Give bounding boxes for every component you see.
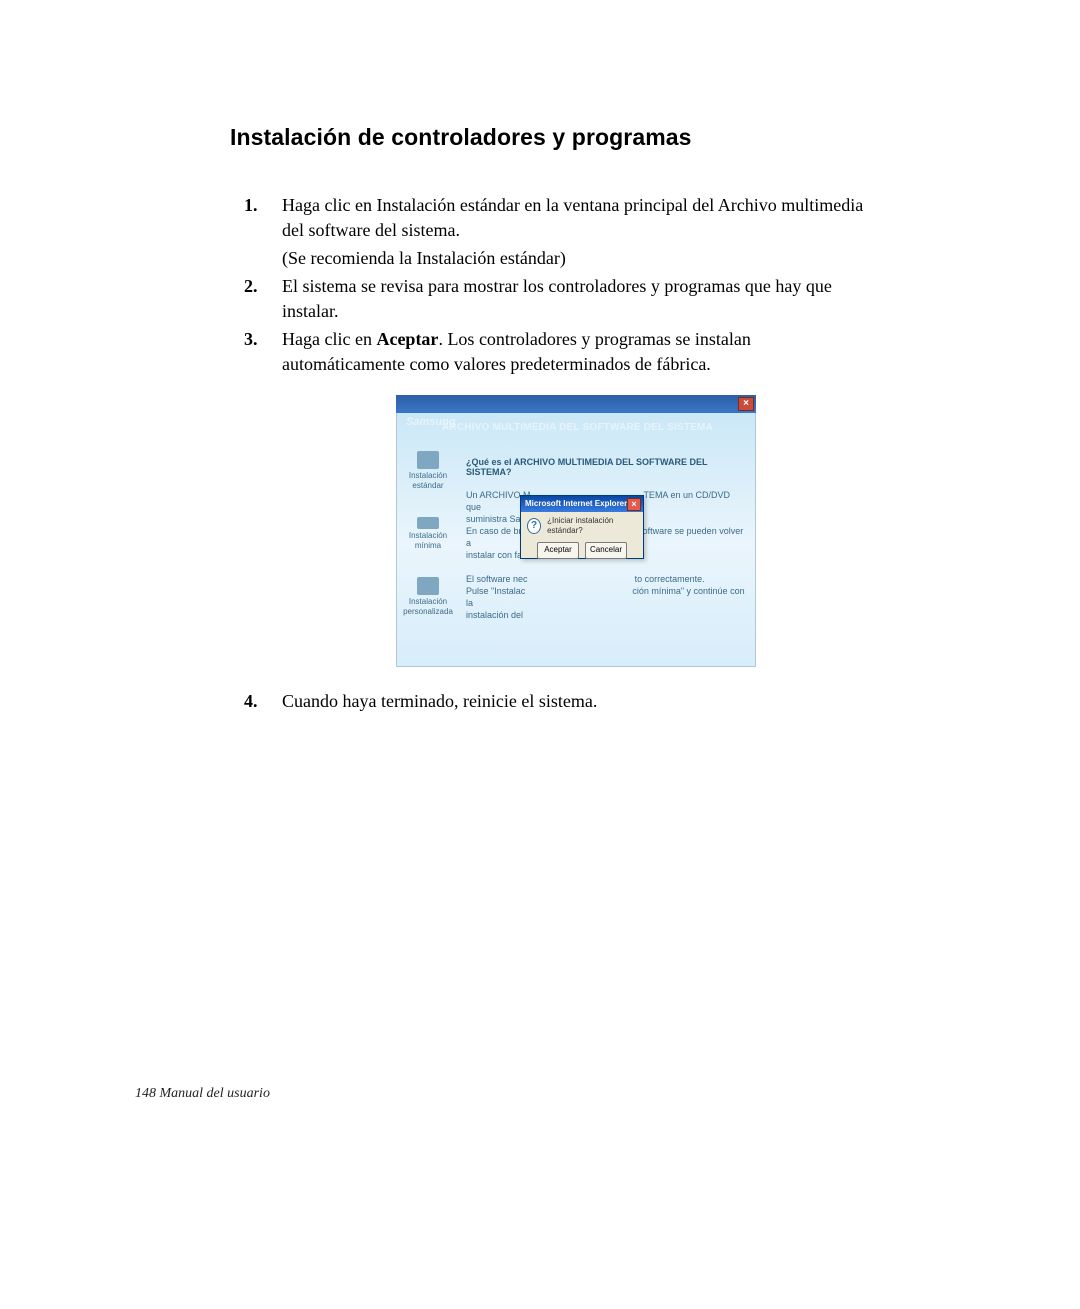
sidebar-item-label: Instalación estándar <box>402 471 454 491</box>
custom-install-icon <box>417 577 439 595</box>
dialog-message: ¿Iniciar instalación estándar? <box>547 516 637 536</box>
dialog-close-icon[interactable]: × <box>627 498 641 511</box>
cancel-button[interactable]: Cancelar <box>585 542 627 559</box>
step-2: El sistema se revisa para mostrar los co… <box>230 274 870 324</box>
installer-screenshot: × Samsung ARCHIVO MULTIMEDIA DEL SOFTWAR… <box>396 395 756 667</box>
dialog-title: Microsoft Internet Explorer <box>525 499 627 508</box>
question-icon: ? <box>527 518 541 534</box>
dialog-body: ? ¿Iniciar instalación estándar? <box>521 512 643 540</box>
dialog-button-row: Aceptar Cancelar <box>521 540 643 563</box>
text-frag: instalar con fac <box>466 550 527 560</box>
text-frag: to correctamente. <box>635 574 705 584</box>
sidebar: Instalación estándar Instalación mínima … <box>402 451 454 643</box>
text-frag: suministra Sa <box>466 514 521 524</box>
step-1: Haga clic en Instalación estándar en la … <box>230 193 870 271</box>
step-3: Haga clic en Aceptar. Los controladores … <box>230 327 870 667</box>
panel-heading: ¿Qué es el ARCHIVO MULTIMEDIA DEL SOFTWA… <box>466 457 746 477</box>
confirm-dialog: Microsoft Internet Explorer × ? ¿Iniciar… <box>520 495 644 559</box>
app-title: ARCHIVO MULTIMEDIA DEL SOFTWARE DEL SIST… <box>442 423 713 433</box>
sidebar-item-custom[interactable]: Instalación personalizada <box>402 577 454 617</box>
step-2-text: El sistema se revisa para mostrar los co… <box>282 274 870 324</box>
content-area: Instalación de controladores y programas… <box>230 124 870 717</box>
step-1-text: Haga clic en Instalación estándar en la … <box>282 193 870 243</box>
dialog-titlebar: Microsoft Internet Explorer × <box>521 496 643 512</box>
text-frag: En caso de bro <box>466 526 527 536</box>
sidebar-item-minimal[interactable]: Instalación mínima <box>402 517 454 551</box>
step-4: Cuando haya terminado, reinicie el siste… <box>230 689 870 714</box>
text-frag: Pulse "Instalac <box>466 586 525 596</box>
screenshot-figure-wrap: × Samsung ARCHIVO MULTIMEDIA DEL SOFTWAR… <box>282 395 870 667</box>
sidebar-item-label: Instalación mínima <box>402 531 454 551</box>
step-1-note: (Se recomienda la Instalación estándar) <box>282 246 870 271</box>
step-3-bold: Aceptar <box>376 329 438 349</box>
text-frag: El software nec <box>466 574 528 584</box>
page-footer: 148 Manual del usuario <box>135 1087 270 1101</box>
minimal-install-icon <box>417 517 439 529</box>
step-3-text: Haga clic en Aceptar. Los controladores … <box>282 327 870 377</box>
text-frag: instalación del <box>466 610 523 620</box>
step-4-text: Cuando haya terminado, reinicie el siste… <box>282 689 870 714</box>
sidebar-item-standard[interactable]: Instalación estándar <box>402 451 454 491</box>
manual-page: Instalación de controladores y programas… <box>0 0 1080 1309</box>
window-titlebar: × <box>396 395 756 413</box>
standard-install-icon <box>417 451 439 469</box>
close-icon[interactable]: × <box>738 397 754 411</box>
instruction-list: Haga clic en Instalación estándar en la … <box>230 193 870 714</box>
sidebar-item-label: Instalación personalizada <box>402 597 454 617</box>
section-heading: Instalación de controladores y programas <box>230 124 870 151</box>
step-3-pre: Haga clic en <box>282 329 376 349</box>
accept-button[interactable]: Aceptar <box>537 542 579 559</box>
